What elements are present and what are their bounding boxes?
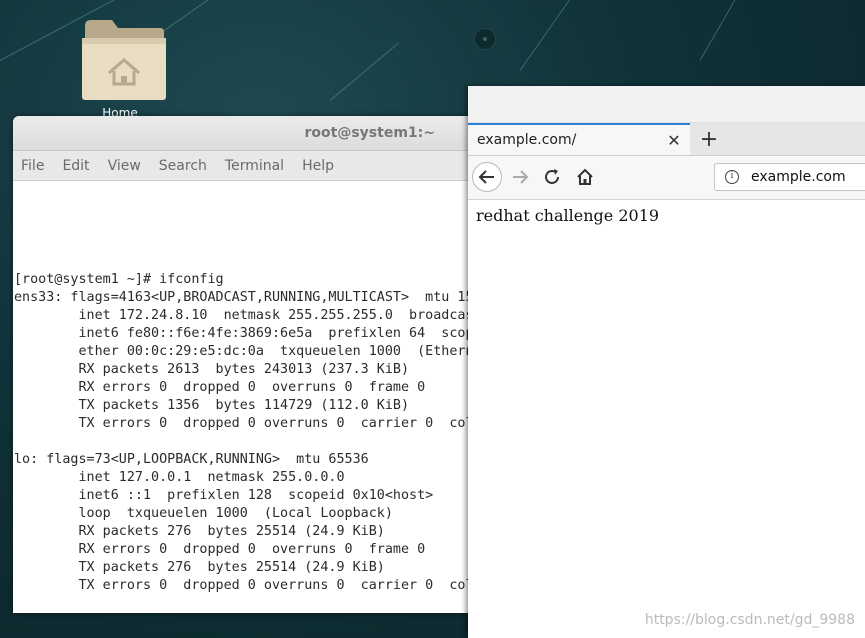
reload-icon — [545, 169, 559, 184]
terminal-line: ether 00:0c:29:e5:dc:0a txqueuelen 1000 … — [14, 344, 482, 359]
browser-window: example.com/ ✕ + i example.com redhat ch… — [468, 86, 865, 638]
page-text: redhat challenge 2019 — [476, 206, 660, 225]
terminal-output[interactable]: [root@system1 ~]# ifconfig ens33: flags=… — [14, 271, 482, 595]
terminal-window: root@system1:~ File Edit View Search Ter… — [13, 116, 483, 613]
terminal-line: ens33: flags=4163<UP,BROADCAST,RUNNING,M… — [14, 290, 482, 305]
browser-tab-active[interactable]: example.com/ ✕ — [468, 123, 690, 155]
terminal-line: TX packets 1356 bytes 114729 (112.0 KiB) — [14, 398, 410, 413]
wallpaper-streak — [149, 0, 282, 41]
home-folder-label: Home — [102, 106, 138, 116]
home-folder-icon[interactable] — [82, 18, 166, 102]
forward-button[interactable] — [508, 164, 532, 190]
wallpaper-streak — [699, 0, 746, 61]
browser-tab-strip: example.com/ ✕ + — [468, 123, 865, 156]
menu-file[interactable]: File — [21, 158, 44, 174]
terminal-line: RX packets 2613 bytes 243013 (237.3 KiB) — [14, 362, 410, 377]
terminal-line: RX errors 0 dropped 0 overruns 0 frame 0 — [14, 542, 426, 557]
home-button[interactable] — [572, 164, 598, 190]
menu-terminal[interactable]: Terminal — [225, 158, 284, 174]
terminal-line: inet 127.0.0.1 netmask 255.0.0.0 — [14, 470, 345, 485]
terminal-title: root@system1:~ — [304, 125, 435, 141]
terminal-line: TX errors 0 dropped 0 overruns 0 carrier… — [78, 578, 482, 593]
terminal-line: [root@system1 ~]# ifconfig — [14, 272, 224, 287]
watermark-text: https://blog.csdn.net/gd_9988 — [644, 612, 855, 628]
menu-help[interactable]: Help — [302, 158, 334, 174]
menu-view[interactable]: View — [108, 158, 141, 174]
terminal-line: lo: flags=73<UP,LOOPBACK,RUNNING> mtu 65… — [14, 452, 369, 467]
terminal-line: inet6 fe80::f6e:4fe:3869:6e5a prefixlen … — [78, 326, 482, 341]
browser-titlebar[interactable] — [468, 86, 865, 123]
wallpaper-streak — [519, 0, 590, 71]
home-icon — [577, 168, 593, 185]
url-text: example.com — [751, 169, 846, 185]
terminal-menubar: File Edit View Search Terminal Help — [13, 151, 483, 181]
menu-search[interactable]: Search — [159, 158, 207, 174]
activities-dot-icon[interactable] — [475, 29, 495, 49]
reload-button[interactable] — [540, 164, 564, 190]
browser-nav-bar: i example.com — [468, 156, 865, 200]
new-tab-button[interactable]: + — [696, 125, 722, 153]
terminal-line: RX packets 276 bytes 25514 (24.9 KiB) — [14, 524, 385, 539]
back-arrow-icon — [478, 170, 494, 184]
terminal-line: RX errors 0 dropped 0 overruns 0 frame 0 — [14, 380, 426, 395]
tab-title: example.com/ — [477, 132, 577, 148]
wallpaper-streak — [329, 42, 400, 101]
back-button[interactable] — [472, 162, 502, 192]
terminal-line: inet6 ::1 prefixlen 128 scopeid 0x10<hos… — [14, 488, 434, 503]
terminal-line: loop txqueuelen 1000 (Local Loopback) — [14, 506, 393, 521]
info-icon[interactable]: i — [725, 170, 739, 184]
menu-edit[interactable]: Edit — [62, 158, 89, 174]
page-content: redhat challenge 2019 — [468, 200, 865, 231]
url-bar[interactable]: i example.com — [714, 163, 865, 191]
tab-close-icon[interactable]: ✕ — [664, 131, 684, 150]
forward-arrow-icon — [513, 170, 529, 184]
terminal-line: TX packets 276 bytes 25514 (24.9 KiB) — [14, 560, 385, 575]
terminal-line: inet 172.24.8.10 netmask 255.255.255.0 b… — [78, 308, 482, 323]
terminal-titlebar[interactable]: root@system1:~ — [13, 116, 483, 151]
terminal-line: TX errors 0 dropped 0 overruns 0 carrier… — [78, 416, 482, 431]
